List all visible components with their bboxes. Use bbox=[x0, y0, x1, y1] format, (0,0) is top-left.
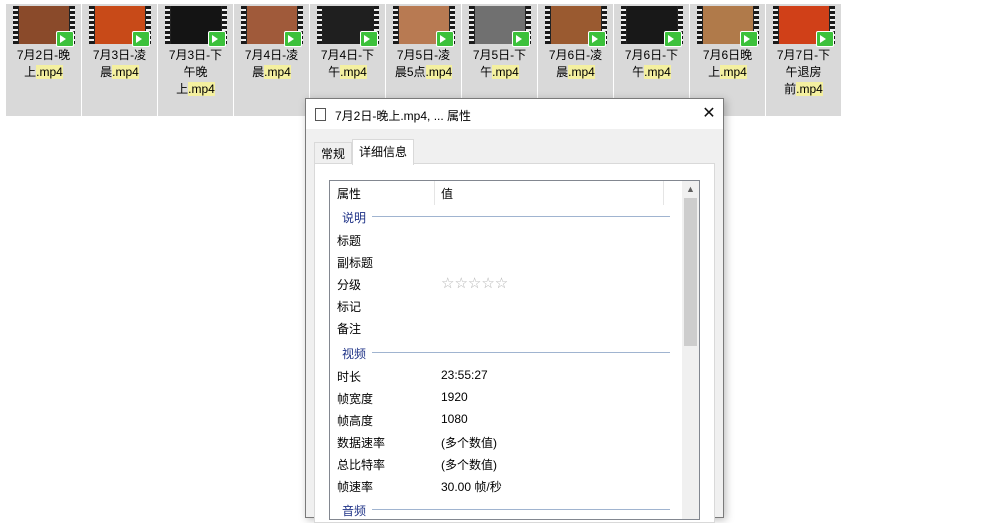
property-list: 属性 值 说明 标题 副标题 分级 ☆☆☆☆☆ 标记 备注 视频 时长 23:5… bbox=[329, 180, 700, 520]
file-name: 7月5日-凌 晨5点.mp4 bbox=[394, 48, 453, 79]
column-header-property[interactable]: 属性 bbox=[337, 185, 361, 202]
video-player-icon bbox=[816, 31, 834, 47]
file-item[interactable]: 7月4日-凌 晨.mp4 bbox=[234, 4, 309, 116]
properties-dialog: 7月2日-晚上.mp4, ... 属性 ✕ 常规 详细信息 属性 值 说明 标题… bbox=[305, 98, 724, 523]
tab-details[interactable]: 详细信息 bbox=[352, 139, 415, 165]
file-name: 7月6日晚 上.mp4 bbox=[702, 48, 753, 79]
video-player-icon bbox=[208, 31, 226, 47]
property-label[interactable]: 时长 bbox=[337, 368, 361, 385]
property-label[interactable]: 帧速率 bbox=[337, 478, 373, 495]
video-player-icon bbox=[436, 31, 454, 47]
file-name: 7月2日-晚 上.mp4 bbox=[16, 48, 71, 79]
tab-general[interactable]: 常规 bbox=[314, 142, 353, 165]
video-player-icon bbox=[56, 31, 74, 47]
file-name: 7月3日-下 午晚 上.mp4 bbox=[168, 48, 223, 96]
file-name: 7月7日-下 午退房 前.mp4 bbox=[776, 48, 831, 96]
properties-icon bbox=[312, 105, 326, 121]
file-item[interactable]: 7月7日-下 午退房 前.mp4 bbox=[766, 4, 841, 116]
dialog-titlebar[interactable]: 7月2日-晚上.mp4, ... 属性 ✕ bbox=[306, 99, 723, 129]
property-label[interactable]: 分级 bbox=[337, 276, 361, 293]
close-button[interactable]: ✕ bbox=[695, 99, 723, 129]
property-label[interactable]: 数据速率 bbox=[337, 434, 385, 451]
scroll-up-arrow-icon[interactable]: ▲ bbox=[682, 181, 699, 198]
file-name: 7月6日-下 午.mp4 bbox=[624, 48, 679, 79]
section-description: 说明 bbox=[342, 211, 367, 225]
file-name: 7月5日-下 午.mp4 bbox=[472, 48, 527, 79]
video-player-icon bbox=[512, 31, 530, 47]
section-divider bbox=[372, 352, 670, 353]
property-value[interactable]: (多个数值) bbox=[441, 434, 497, 451]
video-player-icon bbox=[740, 31, 758, 47]
section-audio: 音频 bbox=[342, 504, 367, 518]
property-label[interactable]: 总比特率 bbox=[337, 456, 385, 473]
property-label[interactable]: 帧宽度 bbox=[337, 390, 373, 407]
property-label[interactable]: 备注 bbox=[337, 320, 361, 337]
property-value[interactable]: 1920 bbox=[441, 390, 468, 404]
dialog-title: 7月2日-晚上.mp4, ... 属性 bbox=[335, 109, 472, 123]
file-item[interactable]: 7月2日-晚 上.mp4 bbox=[6, 4, 81, 116]
list-header: 属性 值 bbox=[330, 181, 699, 206]
section-divider bbox=[372, 216, 670, 217]
property-value[interactable]: (多个数值) bbox=[441, 456, 497, 473]
rating-stars[interactable]: ☆☆☆☆☆ bbox=[441, 274, 508, 292]
property-label[interactable]: 标记 bbox=[337, 298, 361, 315]
video-player-icon bbox=[664, 31, 682, 47]
column-divider[interactable] bbox=[434, 181, 435, 205]
file-name: 7月4日-下 午.mp4 bbox=[320, 48, 375, 79]
vertical-scrollbar[interactable]: ▲ bbox=[682, 181, 699, 519]
file-item[interactable]: 7月3日-下 午晚 上.mp4 bbox=[158, 4, 233, 116]
video-player-icon bbox=[360, 31, 378, 47]
video-player-icon bbox=[588, 31, 606, 47]
file-name: 7月6日-凌 晨.mp4 bbox=[548, 48, 603, 79]
property-value[interactable]: 1080 bbox=[441, 412, 468, 426]
section-video: 视频 bbox=[342, 347, 367, 361]
tab-bar: 常规 详细信息 bbox=[314, 139, 415, 165]
file-name: 7月4日-凌 晨.mp4 bbox=[244, 48, 299, 79]
property-value[interactable]: 30.00 帧/秒 bbox=[441, 478, 502, 495]
property-label[interactable]: 帧高度 bbox=[337, 412, 373, 429]
column-header-value[interactable]: 值 bbox=[441, 185, 453, 202]
property-label[interactable]: 标题 bbox=[337, 232, 361, 249]
video-player-icon bbox=[284, 31, 302, 47]
file-name: 7月3日-凌 晨.mp4 bbox=[92, 48, 147, 79]
section-divider bbox=[372, 509, 670, 510]
property-label[interactable]: 副标题 bbox=[337, 254, 373, 271]
video-player-icon bbox=[132, 31, 150, 47]
file-item[interactable]: 7月3日-凌 晨.mp4 bbox=[82, 4, 157, 116]
property-value[interactable]: 23:55:27 bbox=[441, 368, 488, 382]
scroll-thumb[interactable] bbox=[684, 198, 697, 346]
details-panel: 属性 值 说明 标题 副标题 分级 ☆☆☆☆☆ 标记 备注 视频 时长 23:5… bbox=[314, 163, 715, 523]
column-divider[interactable] bbox=[663, 181, 664, 205]
